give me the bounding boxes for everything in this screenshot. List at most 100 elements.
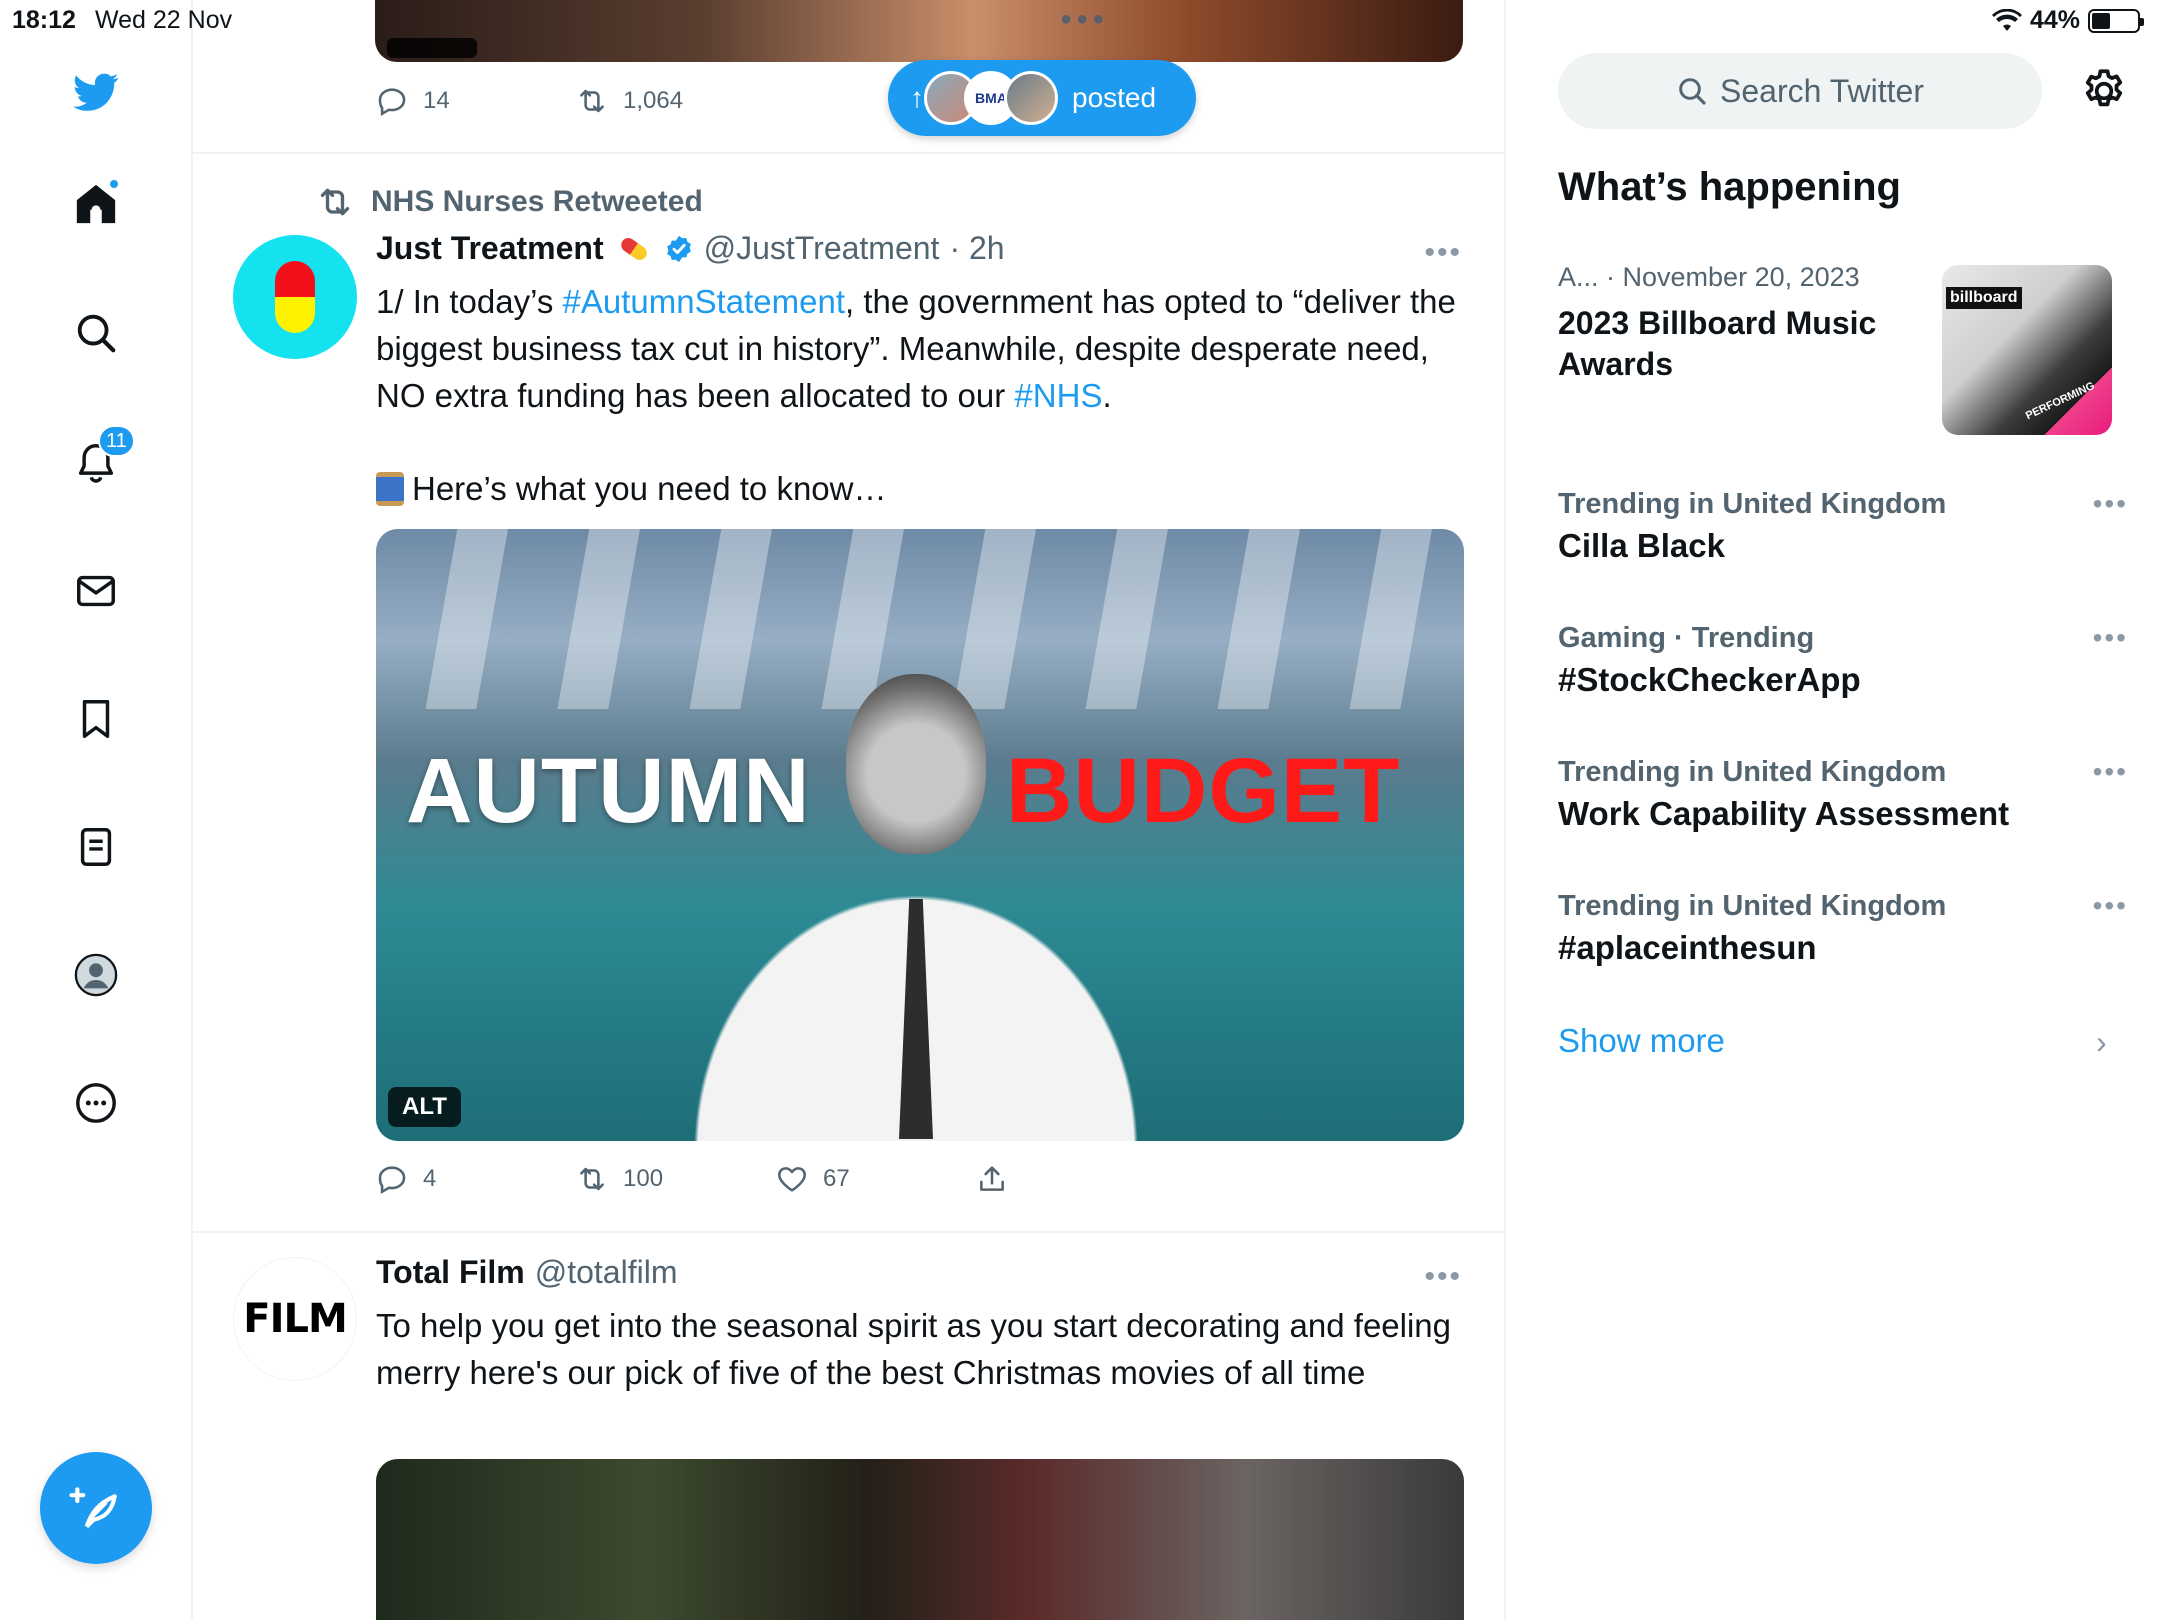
feature-title: 2023 Billboard Music Awards	[1558, 305, 1877, 382]
alt-text-badge[interactable]: ALT	[388, 1087, 461, 1127]
trend-context: Gaming · Trending	[1558, 622, 1815, 654]
author-handle[interactable]: @JustTreatment	[704, 230, 940, 267]
tweet-text-part: Here’s what you need to know…	[412, 470, 887, 507]
image-text-budget: BUDGET	[1006, 740, 1401, 842]
trend-item[interactable]: Trending in United Kingdom Work Capabili…	[1558, 756, 2126, 833]
nav-explore[interactable]	[68, 305, 124, 361]
author-name[interactable]: Just Treatment	[376, 230, 604, 267]
feature-date: · November 20, 2023	[1606, 262, 1860, 292]
tweet-header: Total Film @totalfilm	[376, 1254, 677, 1291]
status-indicators: 44%	[1991, 6, 2144, 35]
retweet-button[interactable]: 1,064	[575, 84, 683, 118]
trend-more-button[interactable]: •••	[2093, 622, 2128, 654]
new-posts-pill[interactable]: ↑ BMA posted	[888, 60, 1196, 136]
gear-icon[interactable]	[2079, 66, 2129, 116]
nav-home[interactable]	[68, 176, 124, 232]
nav-lists[interactable]	[68, 819, 124, 875]
reply-count: 4	[423, 1165, 437, 1192]
feature-thumbnail[interactable]: billboard PERFORMING	[1942, 265, 2112, 435]
trend-more-button[interactable]: •••	[2093, 890, 2128, 922]
arrow-up-icon: ↑	[910, 82, 924, 113]
more-circle-icon	[76, 1083, 116, 1123]
trend-title: Cilla Black	[1558, 527, 1725, 564]
retweeted-by[interactable]: NHS Nurses Retweeted	[315, 182, 703, 222]
whats-happening-heading: What’s happening	[1558, 165, 1901, 209]
tweet-more-button[interactable]: •••	[1424, 1260, 1462, 1294]
reply-button[interactable]: 14	[375, 84, 450, 118]
just-treatment-avatar[interactable]	[233, 235, 357, 359]
trend-context: Trending in United Kingdom	[1558, 890, 1947, 922]
reply-button[interactable]: 4	[375, 1162, 436, 1196]
share-button[interactable]	[975, 1162, 1009, 1196]
trend-item[interactable]: Trending in United Kingdom #aplaceinthes…	[1558, 890, 2126, 967]
retweet-icon	[580, 1167, 604, 1191]
tweet-text-part: .	[1102, 377, 1112, 414]
new-posts-label: posted	[1072, 82, 1157, 113]
verified-badge-icon	[666, 235, 691, 262]
thumbnail-banner-text: PERFORMING	[2024, 379, 2098, 423]
search-placeholder: Search Twitter	[1720, 72, 1924, 109]
pill-emoji-icon	[620, 237, 647, 260]
nav-notifications[interactable]: 11	[68, 425, 135, 491]
bookmark-icon	[82, 700, 110, 738]
nav-more[interactable]	[68, 1075, 124, 1131]
home-timeline: 14 1,064 ↑ BMA posted NHS Nurses Retweet…	[193, 0, 1506, 1620]
tweet-text: 1/ In today’s #AutumnStatement, the gove…	[376, 278, 1466, 512]
trend-title: #StockCheckerApp	[1558, 661, 1861, 698]
retweet-icon	[580, 89, 604, 113]
tweet-more-button[interactable]: •••	[1424, 236, 1462, 270]
show-more-link[interactable]: Show more	[1558, 1022, 1725, 1060]
image-text-autumn: AUTUMN	[406, 740, 811, 842]
right-sidebar: Search Twitter What’s happening A... · N…	[1506, 0, 2160, 1620]
twitter-bird-icon[interactable]	[68, 64, 124, 120]
heart-icon	[778, 1167, 806, 1192]
status-time: 18:12	[12, 6, 76, 34]
nav-bookmarks[interactable]	[68, 691, 124, 747]
mail-icon	[77, 575, 115, 607]
trend-item[interactable]: Gaming · Trending #StockCheckerApp •••	[1558, 622, 2126, 699]
autumn-budget-image[interactable]: AUTUMN BUDGET ALT	[376, 529, 1464, 1141]
compose-tweet-button[interactable]	[40, 1452, 152, 1564]
trend-item[interactable]: Trending in United Kingdom Cilla Black •…	[1558, 488, 2126, 565]
search-icon	[1679, 78, 1706, 105]
share-icon	[980, 1166, 1004, 1191]
trend-context: Trending in United Kingdom	[1558, 756, 1947, 788]
wifi-icon	[1991, 8, 2022, 31]
reply-icon	[378, 88, 406, 116]
search-twitter-field[interactable]: Search Twitter	[1558, 53, 2042, 129]
left-navigation: 11	[0, 0, 193, 1620]
nav-profile[interactable]	[68, 947, 124, 1003]
retweet-count: 1,064	[623, 87, 684, 114]
list-icon	[80, 828, 112, 866]
hashtag-autumnstatement[interactable]: #AutumnStatement	[563, 283, 846, 320]
hashtag-nhs[interactable]: #NHS	[1014, 377, 1102, 414]
status-date: Wed 22 Nov	[95, 6, 233, 34]
compose-feather-icon	[69, 1487, 117, 1529]
author-handle[interactable]: @totalfilm	[535, 1254, 678, 1291]
search-icon	[77, 314, 116, 353]
like-count: 67	[823, 1165, 850, 1192]
retweeted-by-label: NHS Nurses Retweeted	[371, 185, 703, 218]
trend-title: Work Capability Assessment	[1558, 795, 2010, 832]
total-film-video[interactable]	[376, 1459, 1464, 1620]
total-film-avatar[interactable]: FILM	[233, 1257, 357, 1381]
like-button[interactable]: 67	[775, 1162, 850, 1196]
status-bar: 18:12 Wed 22 Nov ●●● 44%	[0, 0, 2160, 40]
trend-more-button[interactable]: •••	[2093, 756, 2128, 788]
retweet-count: 100	[623, 1165, 664, 1192]
total-film-logo-text: FILM	[243, 1296, 347, 1342]
trend-context: Trending in United Kingdom	[1558, 488, 1947, 520]
author-name[interactable]: Total Film	[376, 1254, 525, 1291]
feature-source: A...	[1558, 262, 1599, 292]
home-new-dot	[108, 178, 120, 190]
video-duration-badge	[387, 38, 477, 58]
divider	[193, 152, 1504, 154]
profile-icon	[74, 953, 118, 997]
multitasking-dots[interactable]: ●●●	[1060, 8, 1108, 31]
trend-more-button[interactable]: •••	[2093, 488, 2128, 520]
reply-count: 14	[423, 87, 450, 114]
retweet-button[interactable]: 100	[575, 1162, 663, 1196]
tweet-time[interactable]: · 2h	[949, 230, 1004, 267]
nav-messages[interactable]	[68, 563, 124, 619]
tweet-header: Just Treatment @JustTreatment · 2h	[376, 230, 1005, 267]
